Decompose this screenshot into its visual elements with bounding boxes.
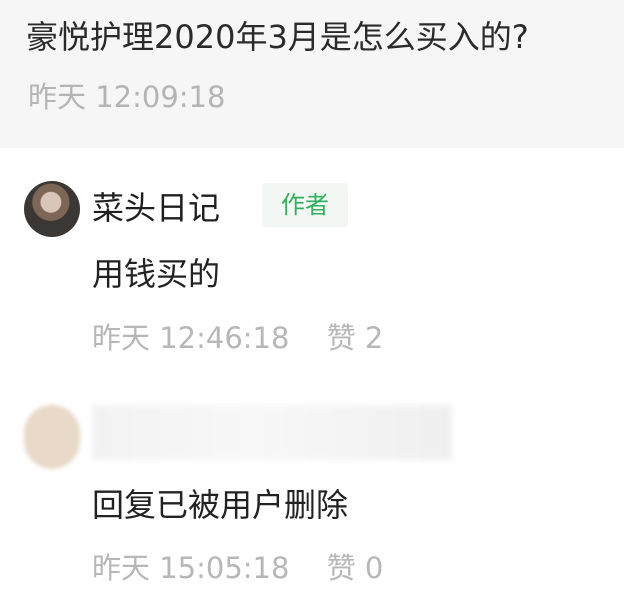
redacted-user-name [92,405,452,460]
reply-meta: 昨天 15:05:18 赞 0 [92,545,383,587]
like-button[interactable]: 赞 0 [327,551,384,585]
like-count: 2 [364,321,384,355]
reply-timestamp: 昨天 12:46:18 [92,321,290,355]
like-label: 赞 [326,551,356,585]
like-count: 0 [364,551,384,585]
question-text: 豪悦护理2020年3月是怎么买入的? [26,18,529,56]
author-badge: 作者 [262,183,348,227]
question-timestamp: 昨天 12:09:18 [28,80,226,114]
avatar [24,405,80,469]
reply-meta: 昨天 12:46:18 赞 2 [92,315,383,357]
like-button[interactable]: 赞 2 [327,321,384,355]
reply-text: 用钱买的 [92,255,221,293]
like-label: 赞 [326,321,356,355]
reply-timestamp: 昨天 15:05:18 [92,551,290,585]
avatar[interactable] [24,181,80,237]
question-section: 豪悦护理2020年3月是怎么买入的? 昨天 12:09:18 [0,0,624,148]
reply-text: 回复已被用户删除 [92,486,349,524]
author-name[interactable]: 菜头日记 [92,183,220,229]
